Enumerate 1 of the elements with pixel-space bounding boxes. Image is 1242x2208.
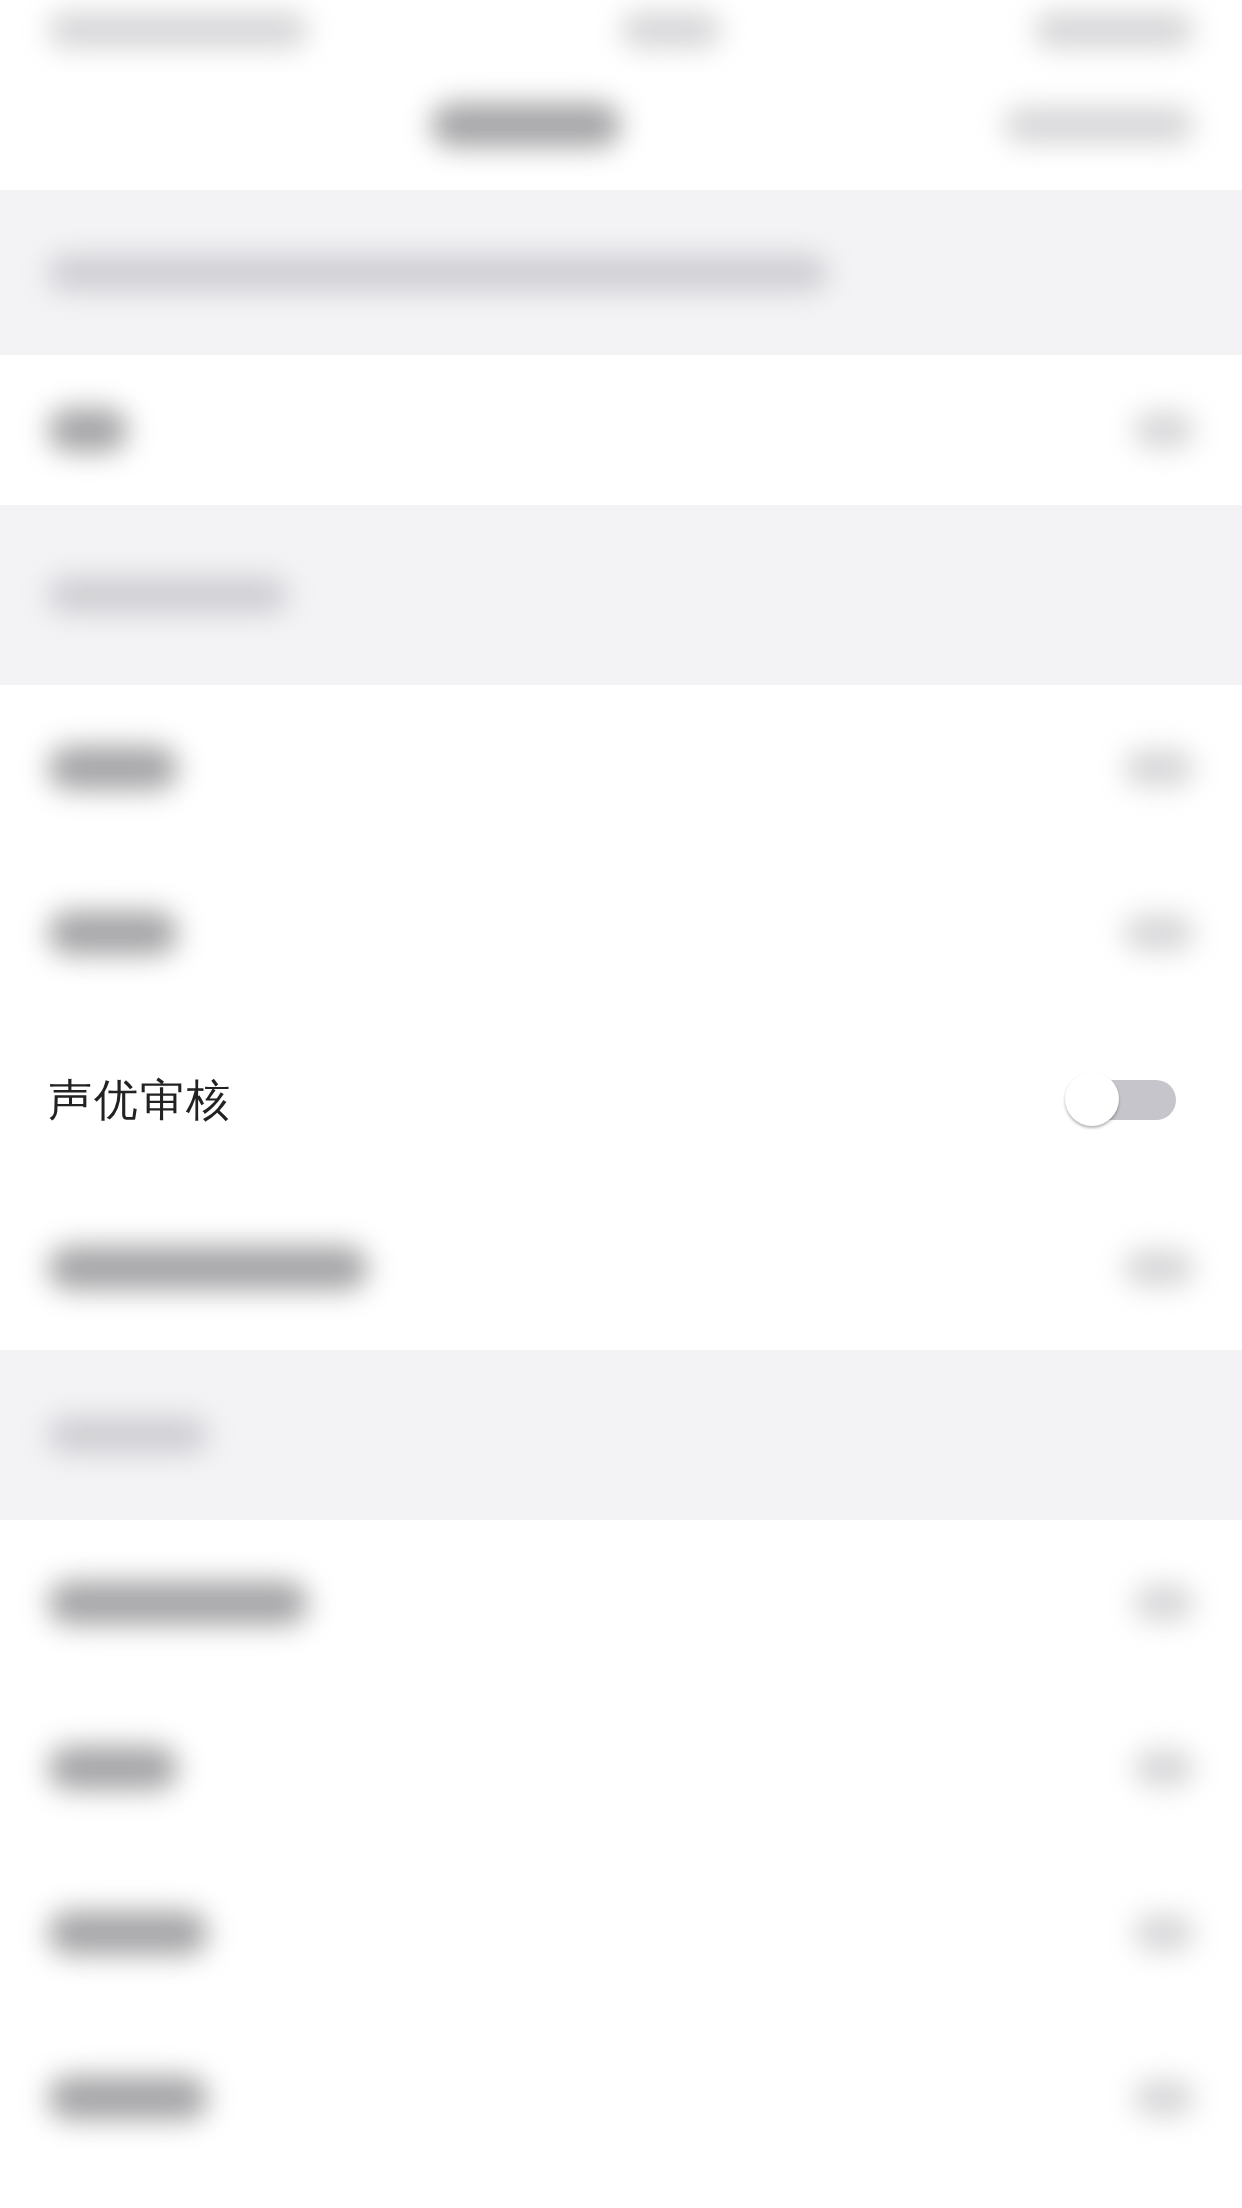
setting-label: 声优审核 <box>48 1073 232 1127</box>
